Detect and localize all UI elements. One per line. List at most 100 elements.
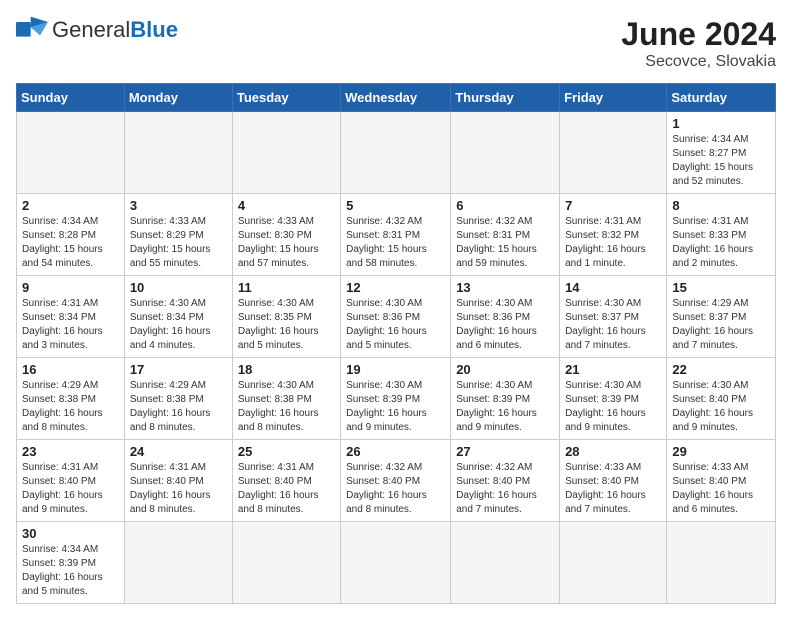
day-info: Sunrise: 4:29 AM Sunset: 8:37 PM Dayligh… bbox=[672, 297, 770, 353]
day-info: Sunrise: 4:29 AM Sunset: 8:38 PM Dayligh… bbox=[130, 379, 227, 435]
calendar-week-row: 16 Sunrise: 4:29 AM Sunset: 8:38 PM Dayli… bbox=[17, 358, 776, 440]
calendar-day-cell: 19 Sunrise: 4:30 AM Sunset: 8:39 PM Dayli… bbox=[341, 358, 451, 440]
calendar-day-cell: 16 Sunrise: 4:29 AM Sunset: 8:38 PM Dayli… bbox=[17, 358, 125, 440]
day-number: 28 bbox=[565, 444, 661, 459]
day-number: 19 bbox=[346, 362, 445, 377]
calendar-day-cell bbox=[17, 112, 125, 194]
day-info: Sunrise: 4:31 AM Sunset: 8:33 PM Dayligh… bbox=[672, 215, 770, 271]
day-info: Sunrise: 4:33 AM Sunset: 8:29 PM Dayligh… bbox=[130, 215, 227, 271]
day-number: 16 bbox=[22, 362, 119, 377]
calendar-day-cell: 4Sunrise: 4:33 AM Sunset: 8:30 PM Daylig… bbox=[232, 194, 340, 276]
day-of-week-header: Monday bbox=[124, 84, 232, 112]
calendar-day-cell: 28 Sunrise: 4:33 AM Sunset: 8:40 PM Dayli… bbox=[560, 440, 667, 522]
day-info: Sunrise: 4:34 AM Sunset: 8:39 PM Dayligh… bbox=[22, 543, 119, 599]
calendar-day-cell bbox=[124, 112, 232, 194]
day-number: 15 bbox=[672, 280, 770, 295]
calendar-day-cell: 17Sunrise: 4:29 AM Sunset: 8:38 PM Dayli… bbox=[124, 358, 232, 440]
calendar-day-cell: 25 Sunrise: 4:31 AM Sunset: 8:40 PM Dayli… bbox=[232, 440, 340, 522]
day-number: 10 bbox=[130, 280, 227, 295]
day-info: Sunrise: 4:34 AM Sunset: 8:28 PM Dayligh… bbox=[22, 215, 119, 271]
day-info: Sunrise: 4:33 AM Sunset: 8:40 PM Dayligh… bbox=[672, 461, 770, 517]
title-block: June 2024 Secovce, Slovakia bbox=[621, 16, 776, 71]
day-number: 25 bbox=[238, 444, 335, 459]
calendar-day-cell bbox=[667, 522, 776, 604]
day-info: Sunrise: 4:30 AM Sunset: 8:39 PM Dayligh… bbox=[346, 379, 445, 435]
day-number: 30 bbox=[22, 526, 119, 541]
calendar-day-cell: 6 Sunrise: 4:32 AM Sunset: 8:31 PM Daylig… bbox=[451, 194, 560, 276]
calendar-day-cell: 1 Sunrise: 4:34 AM Sunset: 8:27 PM Daylig… bbox=[667, 112, 776, 194]
calendar-table: SundayMondayTuesdayWednesdayThursdayFrid… bbox=[16, 83, 776, 604]
day-number: 11 bbox=[238, 280, 335, 295]
logo-text: GeneralBlue bbox=[52, 17, 178, 43]
calendar-day-cell: 26Sunrise: 4:32 AM Sunset: 8:40 PM Dayli… bbox=[341, 440, 451, 522]
calendar-day-cell bbox=[232, 522, 340, 604]
day-number: 8 bbox=[672, 198, 770, 213]
calendar-day-cell: 27 Sunrise: 4:32 AM Sunset: 8:40 PM Dayli… bbox=[451, 440, 560, 522]
month-year-title: June 2024 bbox=[621, 16, 776, 53]
day-info: Sunrise: 4:29 AM Sunset: 8:38 PM Dayligh… bbox=[22, 379, 119, 435]
calendar-day-cell: 11 Sunrise: 4:30 AM Sunset: 8:35 PM Dayli… bbox=[232, 276, 340, 358]
day-number: 22 bbox=[672, 362, 770, 377]
day-number: 27 bbox=[456, 444, 554, 459]
day-info: Sunrise: 4:31 AM Sunset: 8:32 PM Dayligh… bbox=[565, 215, 661, 271]
calendar-day-cell bbox=[451, 112, 560, 194]
day-number: 7 bbox=[565, 198, 661, 213]
day-number: 14 bbox=[565, 280, 661, 295]
calendar-day-cell: 9Sunrise: 4:31 AM Sunset: 8:34 PM Daylig… bbox=[17, 276, 125, 358]
calendar-day-cell bbox=[124, 522, 232, 604]
day-number: 3 bbox=[130, 198, 227, 213]
day-info: Sunrise: 4:33 AM Sunset: 8:40 PM Dayligh… bbox=[565, 461, 661, 517]
calendar-day-cell: 20 Sunrise: 4:30 AM Sunset: 8:39 PM Dayli… bbox=[451, 358, 560, 440]
calendar-day-cell: 12 Sunrise: 4:30 AM Sunset: 8:36 PM Dayli… bbox=[341, 276, 451, 358]
day-of-week-header: Sunday bbox=[17, 84, 125, 112]
calendar-day-cell bbox=[451, 522, 560, 604]
day-info: Sunrise: 4:30 AM Sunset: 8:39 PM Dayligh… bbox=[565, 379, 661, 435]
day-info: Sunrise: 4:30 AM Sunset: 8:39 PM Dayligh… bbox=[456, 379, 554, 435]
calendar-day-cell: 15 Sunrise: 4:29 AM Sunset: 8:37 PM Dayli… bbox=[667, 276, 776, 358]
day-info: Sunrise: 4:34 AM Sunset: 8:27 PM Dayligh… bbox=[672, 133, 770, 189]
page-header: GeneralBlue June 2024 Secovce, Slovakia bbox=[16, 16, 776, 71]
day-of-week-header: Thursday bbox=[451, 84, 560, 112]
calendar-day-cell: 30 Sunrise: 4:34 AM Sunset: 8:39 PM Dayli… bbox=[17, 522, 125, 604]
day-number: 13 bbox=[456, 280, 554, 295]
location-subtitle: Secovce, Slovakia bbox=[621, 53, 776, 71]
calendar-day-cell: 5Sunrise: 4:32 AM Sunset: 8:31 PM Daylig… bbox=[341, 194, 451, 276]
calendar-day-cell: 21Sunrise: 4:30 AM Sunset: 8:39 PM Dayli… bbox=[560, 358, 667, 440]
calendar-day-cell: 8 Sunrise: 4:31 AM Sunset: 8:33 PM Daylig… bbox=[667, 194, 776, 276]
general-blue-icon bbox=[16, 16, 48, 44]
calendar-day-cell: 3 Sunrise: 4:33 AM Sunset: 8:29 PM Daylig… bbox=[124, 194, 232, 276]
day-info: Sunrise: 4:30 AM Sunset: 8:34 PM Dayligh… bbox=[130, 297, 227, 353]
calendar-week-row: 2Sunrise: 4:34 AM Sunset: 8:28 PM Daylig… bbox=[17, 194, 776, 276]
calendar-week-row: 1 Sunrise: 4:34 AM Sunset: 8:27 PM Daylig… bbox=[17, 112, 776, 194]
day-info: Sunrise: 4:31 AM Sunset: 8:40 PM Dayligh… bbox=[238, 461, 335, 517]
day-info: Sunrise: 4:32 AM Sunset: 8:31 PM Dayligh… bbox=[346, 215, 445, 271]
calendar-day-cell bbox=[232, 112, 340, 194]
logo-blue-text: Blue bbox=[130, 17, 178, 42]
day-number: 6 bbox=[456, 198, 554, 213]
calendar-week-row: 30 Sunrise: 4:34 AM Sunset: 8:39 PM Dayli… bbox=[17, 522, 776, 604]
logo: GeneralBlue bbox=[16, 16, 178, 44]
logo-general-text: GeneralBlue bbox=[52, 17, 178, 42]
calendar-day-cell bbox=[341, 522, 451, 604]
day-of-week-header: Saturday bbox=[667, 84, 776, 112]
day-info: Sunrise: 4:30 AM Sunset: 8:36 PM Dayligh… bbox=[346, 297, 445, 353]
calendar-day-cell bbox=[560, 522, 667, 604]
day-number: 20 bbox=[456, 362, 554, 377]
calendar-day-cell: 2Sunrise: 4:34 AM Sunset: 8:28 PM Daylig… bbox=[17, 194, 125, 276]
day-info: Sunrise: 4:30 AM Sunset: 8:35 PM Dayligh… bbox=[238, 297, 335, 353]
day-of-week-header: Friday bbox=[560, 84, 667, 112]
day-number: 12 bbox=[346, 280, 445, 295]
day-number: 4 bbox=[238, 198, 335, 213]
calendar-day-cell bbox=[560, 112, 667, 194]
day-info: Sunrise: 4:32 AM Sunset: 8:40 PM Dayligh… bbox=[456, 461, 554, 517]
day-number: 18 bbox=[238, 362, 335, 377]
day-number: 1 bbox=[672, 116, 770, 131]
day-number: 29 bbox=[672, 444, 770, 459]
day-info: Sunrise: 4:32 AM Sunset: 8:31 PM Dayligh… bbox=[456, 215, 554, 271]
day-info: Sunrise: 4:31 AM Sunset: 8:40 PM Dayligh… bbox=[22, 461, 119, 517]
day-of-week-header: Wednesday bbox=[341, 84, 451, 112]
day-info: Sunrise: 4:30 AM Sunset: 8:40 PM Dayligh… bbox=[672, 379, 770, 435]
day-number: 9 bbox=[22, 280, 119, 295]
calendar-day-cell: 29 Sunrise: 4:33 AM Sunset: 8:40 PM Dayli… bbox=[667, 440, 776, 522]
calendar-day-cell: 23Sunrise: 4:31 AM Sunset: 8:40 PM Dayli… bbox=[17, 440, 125, 522]
